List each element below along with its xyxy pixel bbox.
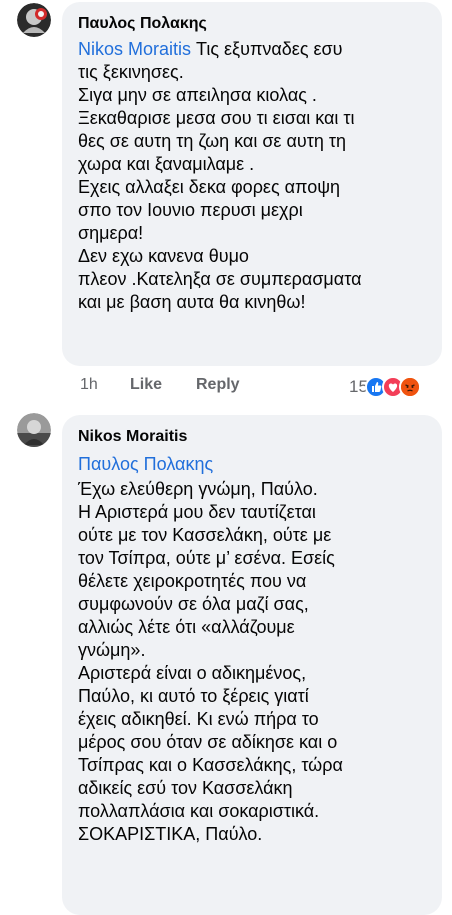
comment-text: Έχω ελεύθερη γνώμη, Παύλο. Η Αριστερά μο… <box>78 478 428 846</box>
comment-line: Η Αριστερά μου δεν ταυτίζεται <box>78 502 316 522</box>
comment-line: Σιγα μην σε απειλησα κιολας . <box>78 85 317 105</box>
comment-author[interactable]: Nikos Moraitis <box>78 427 428 447</box>
comment-line: χωρα και ξαναμιλαμε . <box>78 154 255 174</box>
comment-line: θέλετε χειροκροτητές που να <box>78 571 307 591</box>
comment-line: ΣΟΚΑΡΙΣΤΙΚΑ, Παύλο. <box>78 824 263 844</box>
comment-timestamp[interactable]: 1h <box>80 376 130 394</box>
comment-author[interactable]: Παυλος Πολακης <box>78 14 428 34</box>
comment-line: Ξεκαθαρισε μεσα σου τι εισαι και τι <box>78 108 355 128</box>
comment-line: Τις εξυπναδες εσυ <box>191 39 343 59</box>
comment-line: τις ξεκινησες. <box>78 62 184 82</box>
comment-actions: 1h Like Reply <box>80 376 240 394</box>
comment-line: θες σε αυτη τη ζωη και σε αυτη τη <box>78 131 346 151</box>
comment-line: Αριστερά είναι ο αδικημένος, <box>78 663 307 683</box>
comment-bubble: Παυλος Πολακης Nikos Moraitis Τις εξυπνα… <box>62 2 442 366</box>
comment-line: συμφωνούν σε όλα μαζί σας, <box>78 594 309 614</box>
comment-line: πολλαπλάσια και σοκαριστικά. <box>78 801 320 821</box>
comment-line: Έχω ελεύθερη γνώμη, Παύλο. <box>78 479 318 499</box>
like-button[interactable]: Like <box>130 376 196 394</box>
mention-link[interactable]: Παυλος Πολακης <box>78 454 213 474</box>
avatar[interactable] <box>17 3 51 37</box>
comment-line: μέρος σου όταν σε αδίκησε και ο <box>78 732 338 752</box>
comment-line: Τσίπρας και ο Κασσελάκης, τώρα <box>78 755 343 775</box>
comment-line: ούτε με τον Κασσελάκη, ούτε με <box>78 525 332 545</box>
comment-line: αδικείς εσύ τον Κασσελάκη <box>78 778 293 798</box>
mention-link[interactable]: Nikos Moraitis <box>78 39 191 59</box>
comment-line: Εχεις αλλαξει δεκα φορες αποψη <box>78 177 341 197</box>
comment-line: και με βαση αυτα θα κινηθω! <box>78 292 306 312</box>
comment-line: σπο τον Ιουνιο περυσι μεχρι <box>78 200 303 220</box>
reaction-summary[interactable]: 15 <box>349 376 421 398</box>
comment-line: γνώμη». <box>78 640 146 660</box>
comment-line: Παύλο, κι αυτό το ξέρεις γιατί <box>78 686 309 706</box>
comment-line: αλλιώς λέτε ότι «αλλάζουμε <box>78 617 295 637</box>
comment-line: σημερα! <box>78 223 144 243</box>
comment-line: έχεις αδικηθεί. Κι ενώ πήρα το <box>78 709 319 729</box>
comment-line: τον Τσίπρα, ούτε μ’ εσένα. Εσείς <box>78 548 335 568</box>
angry-reaction-icon <box>398 376 421 398</box>
reply-button[interactable]: Reply <box>196 376 240 394</box>
comment-line: Δεν εχω κανενα θυμο <box>78 246 249 266</box>
comment-text: Nikos Moraitis Τις εξυπναδες εσυ τις ξεκ… <box>78 38 428 314</box>
avatar[interactable] <box>17 413 51 447</box>
comment-line: πλεον .Κατεληξα σε συμπερασματα <box>78 269 362 289</box>
comment-bubble: Nikos Moraitis Παυλος Πολακης Έχω ελεύθε… <box>62 415 442 915</box>
